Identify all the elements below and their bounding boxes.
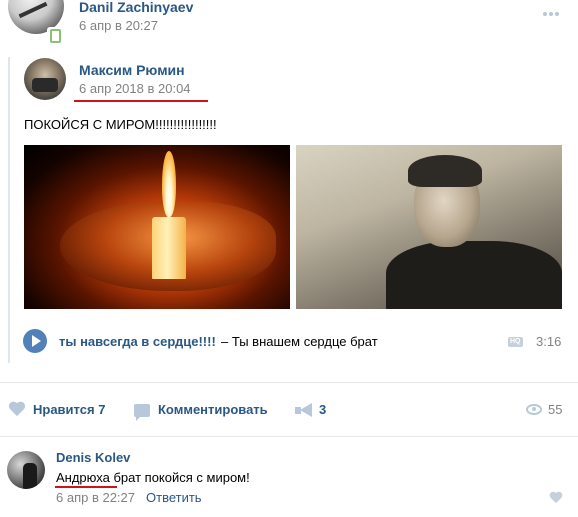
- reply-link[interactable]: Ответить: [146, 490, 202, 505]
- like-count: 7: [98, 402, 106, 417]
- repost-author-avatar[interactable]: [24, 58, 66, 100]
- more-options-icon[interactable]: [543, 4, 563, 16]
- post-date[interactable]: 6 апр в 20:27: [79, 18, 158, 33]
- views-count: 55: [548, 402, 563, 417]
- comment-author-avatar[interactable]: [7, 451, 45, 489]
- comment-date[interactable]: 6 апр в 22:27: [56, 490, 135, 505]
- comment-button[interactable]: Комментировать: [158, 402, 268, 417]
- share-megaphone-icon[interactable]: [295, 403, 313, 420]
- repost-author-name[interactable]: Максим Рюмин: [79, 62, 185, 78]
- repost-date[interactable]: 6 апр 2018 в 20:04: [79, 81, 191, 96]
- audio-title[interactable]: ты навсегда в сердце!!!!: [59, 334, 216, 349]
- photo-candle[interactable]: [24, 145, 290, 309]
- audio-artist[interactable]: – Ты внашем сердце брат: [221, 334, 378, 349]
- like-label: Нравится: [33, 402, 95, 417]
- comment-icon[interactable]: [134, 404, 150, 421]
- comment-author-name[interactable]: Denis Kolev: [56, 450, 130, 465]
- like-button[interactable]: Нравится 7: [33, 402, 105, 417]
- post-author-name[interactable]: Danil Zachinyaev: [79, 0, 193, 15]
- red-annotation-underline: [74, 100, 208, 102]
- candle-shape: [152, 217, 186, 279]
- person-body-shape: [386, 241, 562, 309]
- like-heart-icon[interactable]: [8, 402, 26, 418]
- repost-indent-bar: [8, 57, 10, 363]
- flame-shape: [162, 151, 176, 217]
- play-icon[interactable]: [23, 329, 47, 353]
- person-hair-shape: [408, 155, 482, 187]
- mobile-online-icon: [47, 27, 61, 43]
- divider: [0, 436, 578, 437]
- share-count[interactable]: 3: [319, 402, 326, 417]
- divider: [0, 382, 578, 383]
- post-text: ПОКОЙСЯ С МИРОМ!!!!!!!!!!!!!!!!!: [24, 117, 217, 132]
- hq-badge: HQ: [508, 337, 523, 347]
- views-eye-icon: [526, 404, 542, 415]
- red-annotation-underline: [55, 486, 117, 488]
- audio-duration: 3:16: [536, 334, 562, 349]
- photo-portrait[interactable]: [296, 145, 562, 309]
- comment-like-heart-icon[interactable]: [549, 492, 563, 504]
- comment-text: Андрюха брат покойся с миром!: [56, 470, 250, 485]
